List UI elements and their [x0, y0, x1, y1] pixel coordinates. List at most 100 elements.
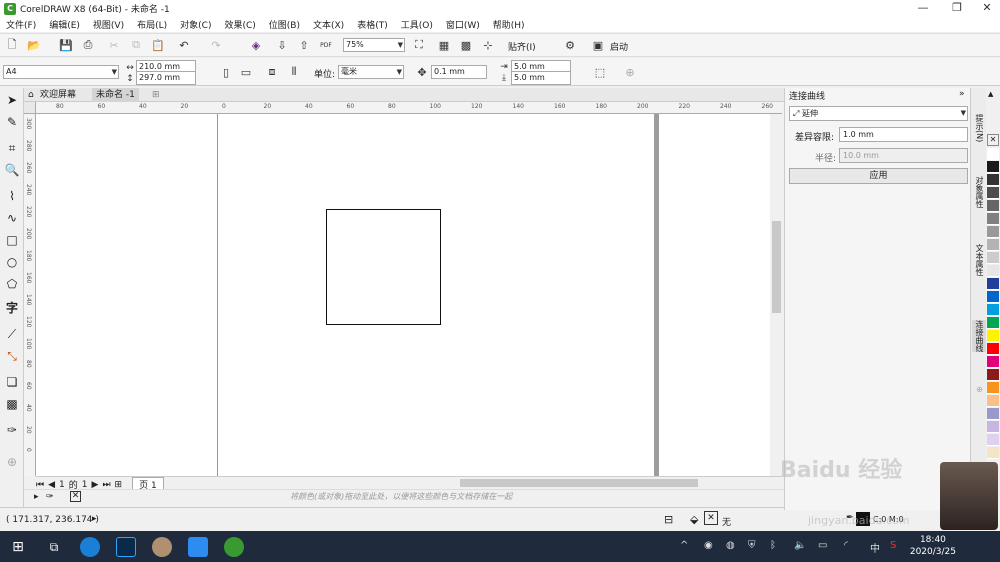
browser-icon[interactable]: [80, 537, 100, 557]
tab-document[interactable]: 未命名 -1: [92, 88, 139, 102]
color-swatch[interactable]: [987, 213, 999, 225]
color-swatch[interactable]: [987, 330, 999, 342]
menu-item-0[interactable]: 文件(F): [6, 18, 36, 31]
zoom-level-select[interactable]: 75% ▼: [343, 38, 405, 52]
apply-button[interactable]: 应用: [789, 168, 968, 184]
parallel-dimension-icon[interactable]: ⟋: [4, 326, 20, 342]
color-swatch[interactable]: [987, 369, 999, 381]
drop-shadow-icon[interactable]: ❏: [4, 374, 20, 390]
cut-icon[interactable]: ✂: [106, 37, 122, 53]
zoom-tool-icon[interactable]: 🔍: [4, 162, 20, 178]
text-tool-icon[interactable]: 字: [4, 300, 20, 316]
tray-chevron-icon[interactable]: ^: [680, 540, 688, 551]
color-swatch[interactable]: [987, 421, 999, 433]
color-swatch[interactable]: [987, 187, 999, 199]
tray-bluetooth-icon[interactable]: ᛒ: [770, 540, 776, 551]
color-swatch[interactable]: [987, 161, 999, 173]
show-grid-icon[interactable]: ▩: [458, 37, 474, 53]
color-swatch[interactable]: [987, 148, 999, 160]
tab-object-properties[interactable]: 对象属性: [972, 176, 986, 208]
redo-icon[interactable]: ↷: [208, 37, 224, 53]
portrait-icon[interactable]: ▯: [218, 64, 234, 80]
pick-tool-icon[interactable]: ➤: [4, 92, 20, 108]
color-proofing-icon[interactable]: ⊟: [664, 513, 673, 526]
tab-connector[interactable]: 连接曲线: [972, 320, 986, 352]
color-swatch[interactable]: [987, 395, 999, 407]
color-swatch[interactable]: [987, 291, 999, 303]
docker-collapse-icon[interactable]: »: [959, 89, 965, 99]
artistic-media-icon[interactable]: ∿: [4, 210, 20, 226]
windows-start-icon[interactable]: ⊞: [8, 537, 28, 557]
show-guidelines-icon[interactable]: ⊹: [480, 37, 496, 53]
app-icon[interactable]: [188, 537, 208, 557]
duplicate-distance-y[interactable]: 5.0 mm: [511, 71, 571, 85]
menu-item-9[interactable]: 工具(O): [401, 18, 433, 31]
connector-tool-icon[interactable]: ⤡: [4, 348, 20, 364]
menu-item-4[interactable]: 对象(C): [180, 18, 211, 31]
last-page-icon[interactable]: ⏭: [102, 480, 110, 490]
tab-text-properties[interactable]: 文本属性: [972, 244, 986, 276]
open-icon[interactable]: 📂: [26, 37, 42, 53]
color-swatch[interactable]: [987, 200, 999, 212]
page-height-field[interactable]: 297.0 mm: [136, 71, 196, 85]
color-swatch[interactable]: [987, 408, 999, 420]
current-page-icon[interactable]: ⫴: [286, 64, 302, 80]
color-swatch[interactable]: [987, 382, 999, 394]
color-swatch[interactable]: [987, 252, 999, 264]
coreldraw-taskbar-icon[interactable]: [224, 537, 244, 557]
next-page-icon[interactable]: ▶: [92, 480, 99, 490]
minimize-icon[interactable]: —: [912, 0, 934, 17]
color-swatch[interactable]: [987, 278, 999, 290]
paste-icon[interactable]: 📋: [150, 37, 166, 53]
publish-pdf-icon[interactable]: PDF: [318, 37, 334, 53]
vertical-scroll-thumb[interactable]: [772, 221, 781, 313]
snap-to-dropdown[interactable]: 贴齐(I): [508, 40, 536, 53]
ime-indicator[interactable]: 中: [870, 540, 880, 555]
add-icon[interactable]: ⊕: [622, 64, 638, 80]
nudge-distance-field[interactable]: 0.1 mm: [431, 65, 487, 79]
task-view-icon[interactable]: ⧉: [44, 537, 64, 557]
color-swatch[interactable]: [987, 343, 999, 355]
fill-bucket-icon[interactable]: ⬙: [690, 513, 698, 526]
freehand-tool-icon[interactable]: ⌇: [4, 188, 20, 204]
horizontal-ruler[interactable]: 80 60 40 20 0 20 40 60 80 100 120 140 160 180 200 220 24…: [36, 102, 782, 114]
color-swatch[interactable]: [987, 447, 999, 459]
ruler-origin-icon[interactable]: [24, 102, 36, 114]
landscape-icon[interactable]: ▭: [238, 64, 254, 80]
rectangle-object[interactable]: [326, 209, 441, 325]
polygon-tool-icon[interactable]: ⬠: [4, 276, 20, 292]
no-color-icon[interactable]: ✕: [987, 134, 999, 146]
add-docker-icon[interactable]: ⊕: [972, 386, 986, 393]
menu-item-1[interactable]: 编辑(E): [49, 18, 80, 31]
prev-page-icon[interactable]: ◀: [48, 480, 55, 490]
menu-item-2[interactable]: 视图(V): [93, 18, 124, 31]
palette-options-icon[interactable]: ▸: [34, 492, 39, 502]
all-pages-icon[interactable]: ⧈: [264, 64, 280, 80]
restore-icon[interactable]: ❐: [946, 0, 968, 17]
ellipse-tool-icon[interactable]: ○: [4, 254, 20, 270]
radius-field[interactable]: 10.0 mm: [839, 148, 968, 163]
status-arrow-icon[interactable]: ▸: [92, 514, 97, 524]
import-icon[interactable]: ⇩: [274, 37, 290, 53]
close-icon[interactable]: ✕: [976, 0, 998, 17]
export-icon[interactable]: ⇧: [296, 37, 312, 53]
color-swatch[interactable]: [987, 265, 999, 277]
page-size-select[interactable]: A4 ▼: [3, 65, 119, 79]
horizontal-scroll-thumb[interactable]: [460, 479, 698, 487]
tray-network-icon[interactable]: ▭: [818, 540, 827, 551]
tray-browser-icon[interactable]: ◍: [726, 540, 735, 551]
add-tool-icon[interactable]: ⊕: [4, 454, 20, 470]
photo-app-icon[interactable]: [152, 537, 172, 557]
options-gear-icon[interactable]: ⚙: [562, 37, 578, 53]
new-tab-icon[interactable]: ⊞: [148, 88, 164, 102]
photoshop-icon[interactable]: [116, 537, 136, 557]
eyedropper-icon[interactable]: ✑: [4, 422, 20, 438]
color-swatch[interactable]: [987, 226, 999, 238]
tray-shield-icon[interactable]: ⛨: [748, 540, 756, 551]
color-swatch[interactable]: [987, 356, 999, 368]
menu-item-11[interactable]: 帮助(H): [493, 18, 525, 31]
color-swatch[interactable]: [987, 304, 999, 316]
tab-welcome-screen[interactable]: 欢迎屏幕: [36, 88, 80, 102]
tray-volume-icon[interactable]: 🔈: [794, 540, 806, 551]
page-border-icon[interactable]: ⬚: [592, 64, 608, 80]
